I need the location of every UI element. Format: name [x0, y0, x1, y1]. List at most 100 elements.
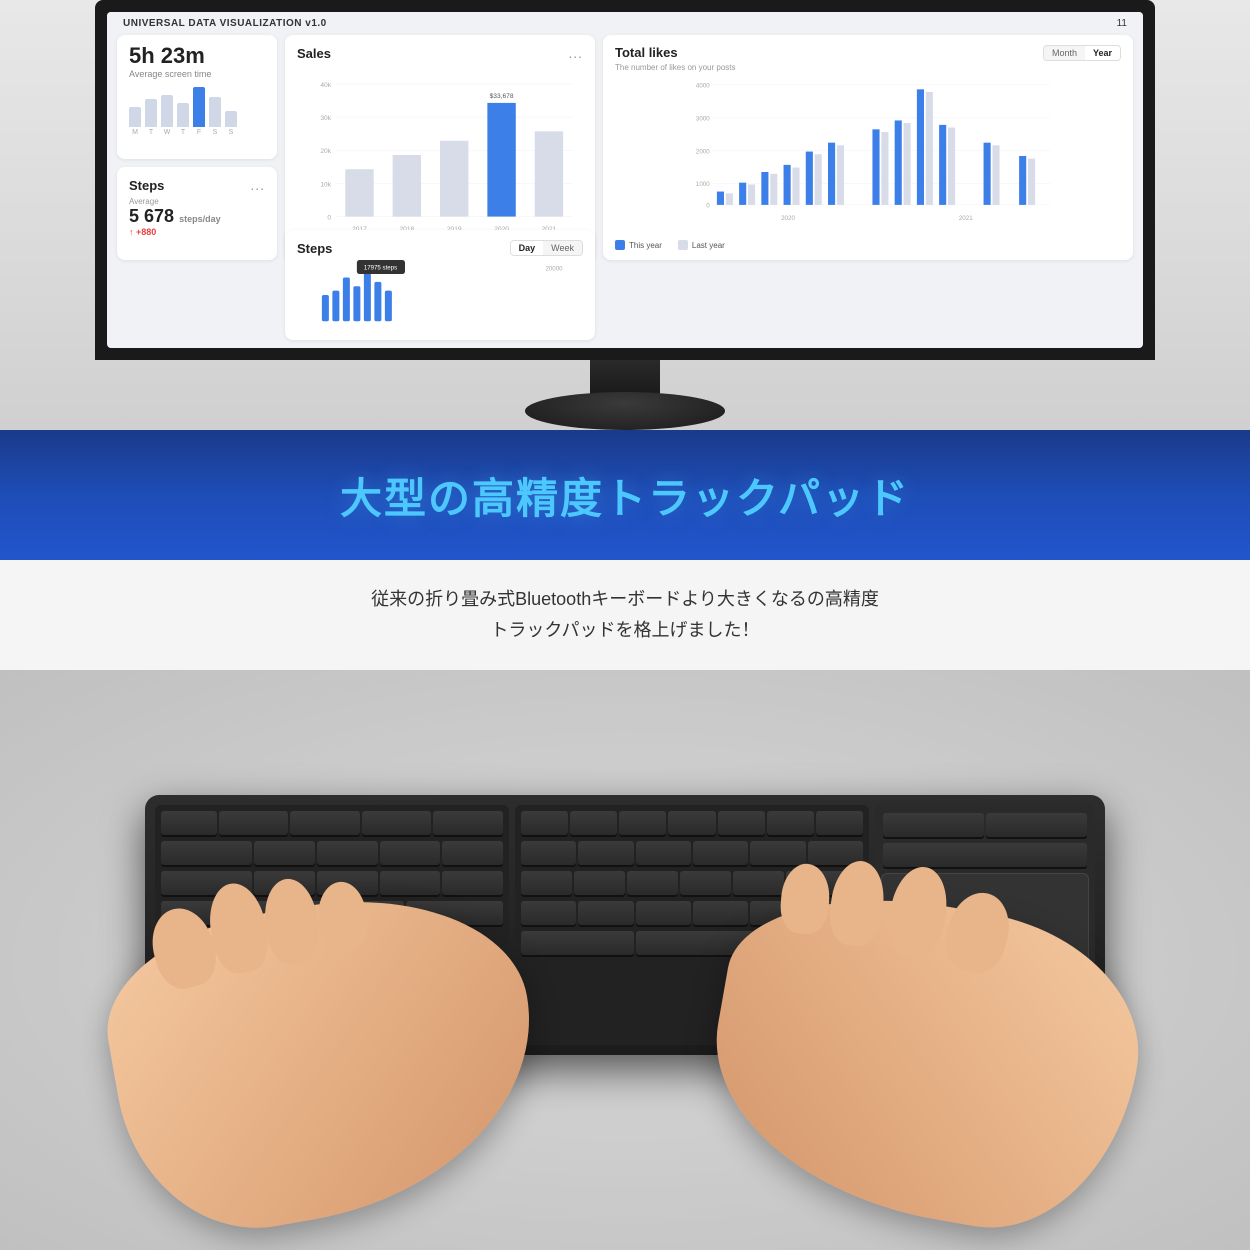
likes-svg: 4000 3000 2000 1000 0 2020 2021	[615, 76, 1121, 236]
steps-small-title: Steps	[129, 178, 164, 193]
screen-time-value: 5h 23m	[129, 45, 265, 67]
svg-text:20k: 20k	[320, 148, 331, 155]
svg-text:2000: 2000	[696, 148, 710, 155]
this-year-legend: This year	[615, 240, 662, 250]
key-f6	[570, 811, 617, 835]
svg-text:10k: 10k	[320, 181, 331, 188]
feature-title: 大型の高精度トラックパッド	[340, 465, 910, 526]
day-toggle[interactable]: Day	[511, 241, 544, 255]
bar-tue	[145, 99, 157, 127]
svg-text:2021: 2021	[959, 215, 973, 222]
steps-large-header: Steps Day Week	[297, 240, 583, 256]
key-f	[442, 871, 503, 895]
bar-fri	[193, 87, 205, 127]
page-number: 11	[1117, 18, 1127, 29]
sales-title: Sales	[297, 46, 331, 61]
key-k	[680, 871, 731, 895]
svg-text:0: 0	[327, 214, 331, 221]
key-t	[521, 841, 576, 865]
svg-text:17975 steps: 17975 steps	[364, 265, 397, 272]
screen-time-label: Average screen time	[129, 69, 265, 79]
year-toggle[interactable]: Year	[1085, 46, 1120, 60]
day-t: T	[145, 129, 157, 136]
bar-mon	[129, 107, 141, 127]
likes-header: Total likes Month Year	[615, 45, 1121, 61]
key-comma	[693, 901, 748, 925]
key-f8	[668, 811, 715, 835]
screen-time-chart	[129, 87, 265, 127]
day-t2: T	[177, 129, 189, 136]
last-year-legend: Last year	[678, 240, 725, 250]
key-tab	[161, 841, 252, 865]
steps-chart-area: 17975 steps 20000	[297, 260, 583, 330]
svg-text:20000: 20000	[546, 266, 564, 273]
key-f12	[883, 813, 984, 837]
key-f5	[521, 811, 568, 835]
feature-section: 大型の高精度トラックパッド	[0, 430, 1250, 560]
bar-sun	[225, 111, 237, 127]
bar-thu	[177, 103, 189, 127]
key-f9	[718, 811, 765, 835]
month-toggle[interactable]: Month	[1044, 46, 1085, 60]
svg-text:30k: 30k	[320, 115, 331, 122]
sales-svg: 40k 30k 20k 10k 0 2017 2018	[297, 65, 583, 245]
steps-large-title: Steps	[297, 241, 332, 256]
bar-wed	[161, 95, 173, 127]
key-f7	[619, 811, 666, 835]
steps-menu[interactable]: ...	[250, 177, 265, 193]
steps-change: ↑ +880	[129, 227, 265, 237]
key-e	[380, 841, 441, 865]
top-section: UNIVERSAL DATA VISUALIZATION v1.0 11 5h …	[0, 0, 1250, 430]
key-esc	[161, 811, 217, 835]
key-g	[521, 871, 572, 895]
key-f11	[816, 811, 863, 835]
last-year-color	[678, 240, 688, 250]
likes-subtitle: The number of likes on your posts	[615, 63, 1121, 72]
steps-svg: 17975 steps 20000	[297, 260, 583, 330]
monitor-bezel: UNIVERSAL DATA VISUALIZATION v1.0 11 5h …	[95, 0, 1155, 360]
key-o	[750, 841, 805, 865]
screen-title: UNIVERSAL DATA VISUALIZATION v1.0	[123, 18, 327, 29]
bar-sat	[209, 97, 221, 127]
day-m: M	[129, 129, 141, 136]
steps-toggle: Day Week	[510, 240, 583, 256]
svg-text:4000: 4000	[696, 83, 710, 90]
description-section: 従来の折り畳み式Bluetoothキーボードより大きくなるの高精度 トラックパッ…	[0, 560, 1250, 670]
monitor-stand-base	[525, 392, 725, 430]
steps-small-card: Steps ... Average 5 678 steps/day ↑ +880	[117, 167, 277, 260]
chart-legend: This year Last year	[615, 240, 1121, 250]
day-s2: S	[225, 129, 237, 136]
steps-large-card: Steps Day Week	[285, 230, 595, 340]
likes-title: Total likes	[615, 45, 678, 60]
key-f10	[767, 811, 814, 835]
week-toggle[interactable]: Week	[543, 241, 582, 255]
key-h	[574, 871, 625, 895]
key-q	[254, 841, 315, 865]
steps-value: 5 678 steps/day	[129, 206, 265, 227]
sales-chart: 40k 30k 20k 10k 0 2017 2018	[297, 65, 583, 245]
screen-time-card: 5h 23m Average screen time M T	[117, 35, 277, 159]
screen-header: UNIVERSAL DATA VISUALIZATION v1.0 11	[107, 12, 1143, 35]
this-year-color	[615, 240, 625, 250]
steps-small-header: Steps ...	[129, 177, 265, 193]
key-l	[733, 871, 784, 895]
key-r	[442, 841, 503, 865]
key-b	[521, 901, 576, 925]
svg-text:2020: 2020	[781, 215, 795, 222]
key-3	[362, 811, 432, 835]
svg-text:$33,678: $33,678	[490, 93, 514, 100]
keyboard-area	[145, 795, 1105, 1125]
sales-card: Sales ... 40k 30k	[285, 35, 595, 260]
svg-text:3000: 3000	[696, 115, 710, 122]
sales-menu[interactable]: ...	[568, 45, 583, 61]
description-line1: 従来の折り畳み式Bluetoothキーボードより大きくなるの高精度	[371, 586, 879, 613]
dashboard-grid: 5h 23m Average screen time M T	[107, 35, 1143, 268]
key-pg	[883, 843, 1087, 867]
steps-unit: steps/day	[179, 214, 221, 224]
svg-text:0: 0	[706, 203, 710, 210]
toggle-group: Month Year	[1043, 45, 1121, 61]
day-s: S	[209, 129, 221, 136]
key-w	[317, 841, 378, 865]
likes-chart: 4000 3000 2000 1000 0 2020 2021	[615, 76, 1121, 236]
key-2	[290, 811, 360, 835]
